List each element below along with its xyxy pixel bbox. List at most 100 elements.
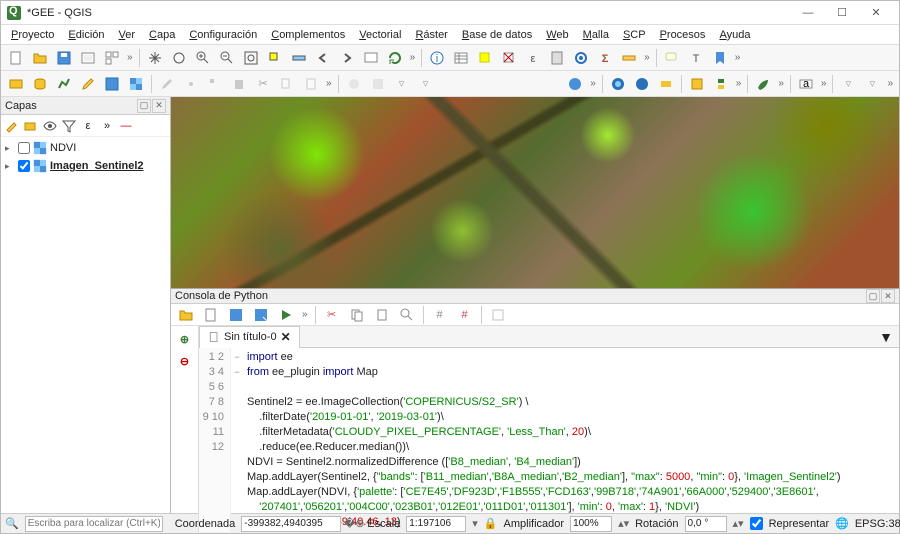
menu-ayuda[interactable]: Ayuda xyxy=(713,27,756,43)
add-raster-button[interactable] xyxy=(125,73,147,95)
py-save-button[interactable] xyxy=(225,304,247,326)
measure-button[interactable] xyxy=(618,47,640,69)
plugin-button-1[interactable] xyxy=(343,73,365,95)
toolbar-overflow[interactable]: » xyxy=(127,48,133,68)
scp-tool-y[interactable]: ▿ xyxy=(861,73,883,95)
zoom-out-button[interactable] xyxy=(216,47,238,69)
menu-vectorial[interactable]: Vectorial xyxy=(353,27,407,43)
crs-icon[interactable]: 🌐 xyxy=(835,517,849,531)
edit-button[interactable] xyxy=(77,73,99,95)
menu-configuración[interactable]: Configuración xyxy=(183,27,263,43)
scp-button-d[interactable] xyxy=(655,73,677,95)
attr-table-button[interactable] xyxy=(450,47,472,69)
toolbar-overflow[interactable]: » xyxy=(644,48,650,68)
stats-button[interactable]: Σ xyxy=(594,47,616,69)
crs-value[interactable]: EPSG:3857 xyxy=(855,518,900,530)
menu-edición[interactable]: Edición xyxy=(62,27,110,43)
menu-complementos[interactable]: Complementos xyxy=(265,27,351,43)
menu-procesos[interactable]: Procesos xyxy=(654,27,712,43)
py-add-icon[interactable]: ⊕ xyxy=(176,330,194,348)
py-uncomment-button[interactable]: # xyxy=(454,304,476,326)
layer-visibility-button[interactable] xyxy=(41,117,59,135)
data-source-button[interactable] xyxy=(5,73,27,95)
py-inspector-button[interactable] xyxy=(487,304,509,326)
menu-ver[interactable]: Ver xyxy=(113,27,142,43)
layer-checkbox[interactable] xyxy=(18,142,30,154)
zoom-selection-button[interactable] xyxy=(264,47,286,69)
label-a-button[interactable]: a xyxy=(795,73,817,95)
plugin-button-3[interactable]: ▿ xyxy=(391,73,413,95)
move-feature-button[interactable] xyxy=(180,73,202,95)
py-run-button[interactable] xyxy=(275,304,297,326)
new-project-button[interactable] xyxy=(5,47,27,69)
plugin-button-2[interactable] xyxy=(367,73,389,95)
zoom-in-button[interactable] xyxy=(192,47,214,69)
locator-input[interactable] xyxy=(25,516,163,532)
maptips-button[interactable] xyxy=(661,47,683,69)
layer-item[interactable]: ▸NDVI xyxy=(5,139,166,157)
zoom-full-button[interactable] xyxy=(240,47,262,69)
layer-add-group-button[interactable] xyxy=(22,117,40,135)
menu-base de datos[interactable]: Base de datos xyxy=(456,27,538,43)
py-new-button[interactable] xyxy=(200,304,222,326)
zoom-next-button[interactable] xyxy=(336,47,358,69)
python-editor[interactable]: 1 2 3 4 5 6 7 8 9 10 11 12 − − import ee… xyxy=(199,348,899,532)
add-feature-button[interactable] xyxy=(156,73,178,95)
layer-item[interactable]: ▸Imagen_Sentinel2 xyxy=(5,157,166,175)
scp-button-b[interactable] xyxy=(607,73,629,95)
layer-filter-button[interactable] xyxy=(60,117,78,135)
amp-input[interactable] xyxy=(570,516,612,532)
python-console-button[interactable] xyxy=(710,73,732,95)
py-open-button[interactable] xyxy=(175,304,197,326)
select-expr-button[interactable]: ε xyxy=(522,47,544,69)
bookmark-button[interactable] xyxy=(709,47,731,69)
py-comment-button[interactable]: # xyxy=(429,304,451,326)
rot-input[interactable] xyxy=(685,516,727,532)
py-copy-button[interactable] xyxy=(346,304,368,326)
pan-button[interactable] xyxy=(144,47,166,69)
python-console-close[interactable]: ✕ xyxy=(881,289,895,303)
layer-expand-button[interactable]: » xyxy=(98,117,116,135)
save-project-button[interactable] xyxy=(53,47,75,69)
new-geopackage-button[interactable] xyxy=(29,73,51,95)
menu-ráster[interactable]: Ráster xyxy=(409,27,453,43)
annotation-button[interactable]: T xyxy=(685,47,707,69)
zoom-last-button[interactable] xyxy=(312,47,334,69)
menu-malla[interactable]: Malla xyxy=(577,27,615,43)
toolbar-overflow[interactable]: » xyxy=(735,48,741,68)
plugin-button-4[interactable]: ▿ xyxy=(415,73,437,95)
py-cut-button[interactable]: ✂ xyxy=(321,304,343,326)
layer-remove-button[interactable]: — xyxy=(117,117,135,135)
paste-feature-button[interactable] xyxy=(300,73,322,95)
zoom-layer-button[interactable] xyxy=(288,47,310,69)
scp-button-e[interactable] xyxy=(686,73,708,95)
render-checkbox[interactable] xyxy=(750,517,763,530)
py-paste-button[interactable] xyxy=(371,304,393,326)
layer-expr-button[interactable]: ε xyxy=(79,117,97,135)
python-tab-close[interactable]: ✕ xyxy=(281,330,291,344)
py-remove-icon[interactable]: ⊖ xyxy=(176,352,194,370)
copy-feature-button[interactable] xyxy=(276,73,298,95)
scp-leaf-button[interactable] xyxy=(752,73,774,95)
cut-feature-button[interactable]: ✂ xyxy=(252,73,274,95)
py-saveas-button[interactable] xyxy=(250,304,272,326)
map-canvas[interactable] xyxy=(171,97,899,288)
print-layout-button[interactable] xyxy=(77,47,99,69)
menu-web[interactable]: Web xyxy=(540,27,574,43)
maximize-button[interactable]: ☐ xyxy=(825,2,859,24)
node-tool-button[interactable] xyxy=(204,73,226,95)
menu-capa[interactable]: Capa xyxy=(143,27,181,43)
layer-style-button[interactable] xyxy=(3,117,21,135)
field-calc-button[interactable] xyxy=(546,47,568,69)
scale-input[interactable] xyxy=(406,516,466,532)
python-console-undock[interactable]: ▢ xyxy=(866,289,880,303)
scp-button-a[interactable] xyxy=(564,73,586,95)
deselect-button[interactable] xyxy=(498,47,520,69)
open-project-button[interactable] xyxy=(29,47,51,69)
toolbox-button[interactable] xyxy=(570,47,592,69)
new-map-view-button[interactable] xyxy=(360,47,382,69)
coord-toggle-icon[interactable]: �⊕ xyxy=(347,517,361,531)
scp-tool-x[interactable]: ▿ xyxy=(837,73,859,95)
refresh-button[interactable] xyxy=(384,47,406,69)
toolbar-overflow[interactable]: » xyxy=(326,74,332,94)
